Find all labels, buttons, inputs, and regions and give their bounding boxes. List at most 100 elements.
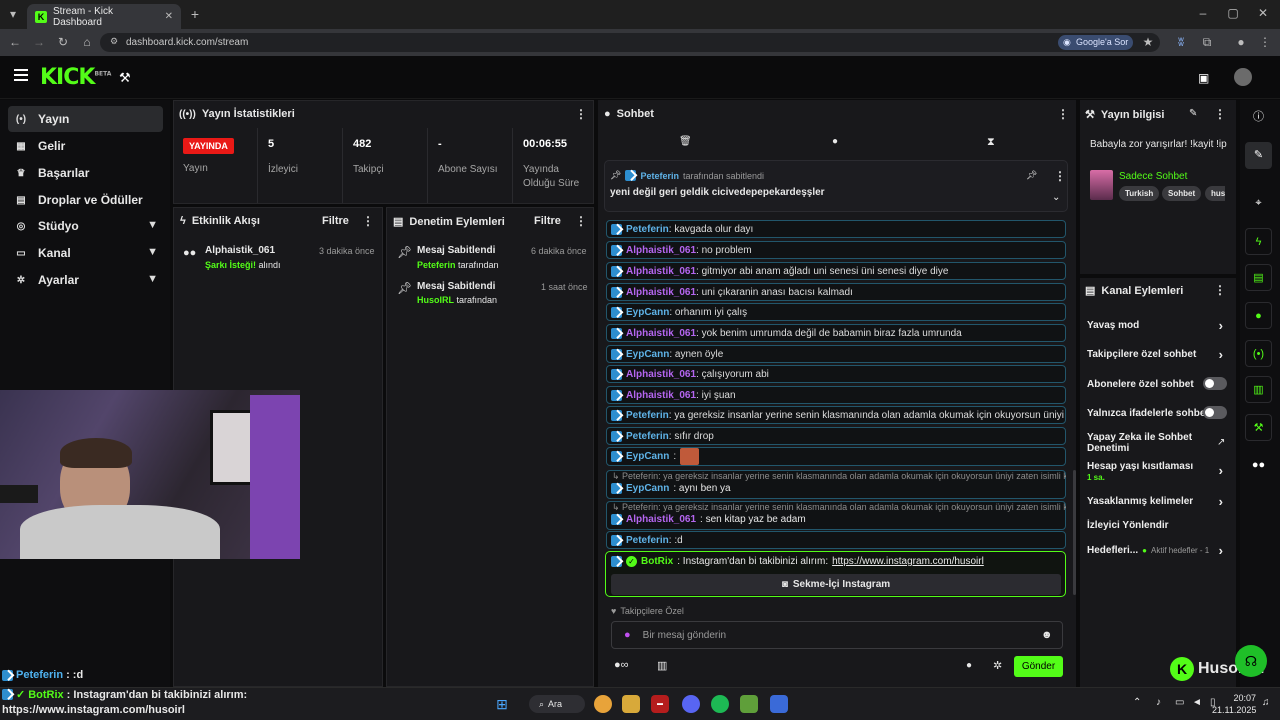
chat-user[interactable]: Alphaistik_061 — [626, 369, 696, 380]
news-app-icon[interactable]: ▬ — [651, 695, 669, 713]
browser-tab[interactable]: K Stream - Kick Dashboard ✕ — [27, 4, 181, 29]
tray-mic-icon[interactable]: ♪ — [1156, 697, 1161, 708]
sidebar-item-basarilar[interactable]: ♛ Başarılar — [8, 160, 163, 186]
chat-user[interactable]: Alphaistik_061 — [626, 266, 696, 277]
stream-preview-icon[interactable]: ▣ — [1198, 71, 1209, 85]
sidebar-item-gelir[interactable]: ▦ Gelir — [8, 133, 163, 159]
chat-user[interactable]: Alphaistik_061 — [626, 328, 696, 339]
window-maximize-icon[interactable]: ▢ — [1226, 6, 1240, 20]
clock-time[interactable]: 20:07 — [1232, 693, 1256, 703]
bookmark-star-icon[interactable]: ★ — [1141, 35, 1155, 49]
tray-volume-icon[interactable]: ◄ — [1192, 697, 1202, 708]
tray-chevron-icon[interactable]: ⌃ — [1133, 697, 1141, 708]
kick-points-icon[interactable]: ●∞ — [614, 659, 629, 671]
hamburger-menu-icon[interactable] — [14, 69, 28, 81]
moderation-filter-button[interactable]: Filtre — [534, 215, 561, 227]
tag-chip[interactable]: Turkish — [1119, 186, 1160, 201]
rail-document-icon[interactable]: ▤ — [1245, 264, 1272, 291]
chat-message[interactable]: EypCann: aynen öyle — [606, 345, 1066, 363]
tag-chip[interactable]: hus — [1205, 186, 1225, 201]
chat-message[interactable]: Alphaistik_061: yok benim umrumda değil … — [606, 324, 1066, 342]
forward-icon[interactable]: → — [32, 35, 46, 49]
action-sub-chat[interactable]: Abonelere özel sohbet — [1087, 377, 1227, 390]
info-menu-icon[interactable]: ⋮ — [1214, 107, 1226, 121]
edit-pencil-icon[interactable]: ✎ — [1189, 108, 1197, 119]
action-ai-moderation[interactable]: Yapay Zeka ile Sohbet Denetimi — [1087, 432, 1207, 454]
site-info-icon[interactable]: ⚙ — [110, 36, 118, 47]
external-link-icon[interactable]: ↗ — [1217, 437, 1225, 448]
window-close-icon[interactable]: ✕ — [1256, 6, 1270, 20]
gear-icon[interactable]: ✲ — [993, 659, 1002, 672]
actions-menu-icon[interactable]: ⋮ — [1214, 283, 1226, 297]
chat-user[interactable]: Alphaistik_061 — [626, 245, 696, 256]
chat-user[interactable]: EypCann — [626, 307, 669, 318]
action-follower-chat[interactable]: Takipçilere özel sohbet › — [1087, 347, 1227, 362]
chat-message[interactable]: Peteferin: ya gereksiz insanlar yerine s… — [606, 406, 1066, 424]
sidebar-item-yayin[interactable]: (•) Yayın — [8, 106, 163, 132]
chat-user[interactable]: EypCann — [626, 483, 669, 494]
rail-bolt-icon[interactable]: ϟ — [1245, 228, 1272, 255]
chat-input[interactable]: ● Bir mesaj gönderin — [611, 621, 1063, 649]
edit-pencil-icon[interactable]: ✎ — [1245, 142, 1272, 169]
moderation-user[interactable]: Peteferin — [417, 260, 456, 270]
chat-bubble-icon[interactable]: ● — [832, 136, 838, 147]
microphone-icon[interactable]: ● — [624, 629, 631, 641]
notification-bell-icon[interactable]: ♫ — [1262, 697, 1270, 708]
chat-user[interactable]: Peteferin — [626, 535, 669, 546]
chat-message[interactable]: Alphaistik_061: no problem — [606, 241, 1066, 259]
info-circle-icon[interactable]: ⓘ — [1245, 104, 1272, 131]
new-tab-icon[interactable]: + — [188, 6, 202, 22]
store-icon[interactable]: ▥ — [657, 659, 667, 672]
unpin-icon[interactable]: 📌︎ — [1026, 170, 1037, 181]
file-explorer-icon[interactable] — [622, 695, 640, 713]
pinned-menu-icon[interactable]: ⋮ — [1054, 169, 1066, 183]
chat-user[interactable]: Peteferin — [626, 224, 669, 235]
chat-message[interactable]: Alphaistik_061: çalışıyorum abi — [606, 365, 1066, 383]
chat-user[interactable]: Alphaistik_061 — [626, 514, 696, 525]
chat-message[interactable]: Alphaistik_061: iyi şuan — [606, 386, 1066, 404]
send-button[interactable]: Gönder — [1014, 656, 1063, 677]
chat-user[interactable]: Alphaistik_061 — [626, 390, 696, 401]
sidebar-item-studyo[interactable]: ◎ Stüdyo ▼ — [8, 213, 163, 239]
tray-network-icon[interactable]: ▭ — [1175, 697, 1184, 708]
reload-icon[interactable]: ↻ — [56, 35, 70, 49]
taskbar-search[interactable]: ⌕ Ara — [529, 695, 585, 713]
moderation-menu-icon[interactable]: ⋮ — [575, 214, 587, 228]
instagram-button[interactable]: ◙ Sekme-İçi Instagram — [611, 574, 1061, 595]
home-icon[interactable]: ⌂ — [80, 35, 94, 49]
rail-chat-icon[interactable]: ● — [1245, 302, 1272, 329]
user-avatar[interactable] — [1234, 68, 1252, 86]
emoji-icon[interactable]: ☻ — [1041, 629, 1053, 641]
back-icon[interactable]: ← — [8, 35, 22, 49]
chat-scrollbar[interactable] — [1073, 470, 1076, 595]
window-minimize-icon[interactable]: – — [1196, 6, 1210, 20]
extensions-puzzle-icon[interactable]: ⧉ — [1200, 35, 1214, 50]
tab-close-icon[interactable]: ✕ — [165, 11, 173, 22]
kick-logo[interactable]: KICKBETA — [40, 65, 111, 90]
rail-kick-dots-icon[interactable]: ●● — [1245, 452, 1272, 479]
profile-icon[interactable]: ● — [1234, 35, 1248, 49]
action-account-age[interactable]: Hesap yaşı kısıtlaması › — [1087, 461, 1227, 478]
chat-message[interactable]: Peteferin: kavgada olur dayı — [606, 220, 1066, 238]
activity-menu-icon[interactable]: ⋮ — [362, 214, 374, 228]
sidebar-item-ayarlar[interactable]: ✲ Ayarlar ▼ — [8, 267, 163, 293]
chat-user[interactable]: BotRix — [641, 556, 673, 567]
rail-stats-icon[interactable]: ▥ — [1245, 376, 1272, 403]
chat-message[interactable]: Peteferin: sıfır drop — [606, 427, 1066, 445]
rail-wrench-icon[interactable]: ⚒ — [1245, 414, 1272, 441]
action-banned-words[interactable]: Yasaklanmış kelimeler › — [1087, 494, 1227, 509]
sidebar-item-droplar[interactable]: ▤ Droplar ve Ödüller — [8, 187, 163, 213]
app-icon[interactable] — [770, 695, 788, 713]
pinned-user[interactable]: Peteferin — [640, 171, 679, 181]
action-slow-mode[interactable]: Yavaş mod › — [1087, 318, 1227, 333]
hourglass-icon[interactable]: ⧗ — [987, 136, 995, 149]
bot-link[interactable]: https://www.instagram.com/husoirl — [832, 556, 984, 567]
sidebar-item-kanal[interactable]: ▭ Kanal ▼ — [8, 240, 163, 266]
browser-menu-icon[interactable]: ⋮ — [1258, 35, 1272, 49]
chat-message[interactable]: EypCann: orhanım iyi çalış — [606, 303, 1066, 321]
chat-message[interactable]: Alphaistik_061: gitmiyor abi anam ağladı… — [606, 262, 1066, 280]
focus-target-icon[interactable]: ⌖ — [1245, 190, 1272, 217]
chat-message[interactable]: Peteferin: :d — [606, 531, 1066, 549]
activity-user[interactable]: Alphaistik_061 — [205, 245, 275, 256]
emote-chat-toggle[interactable] — [1203, 406, 1227, 419]
